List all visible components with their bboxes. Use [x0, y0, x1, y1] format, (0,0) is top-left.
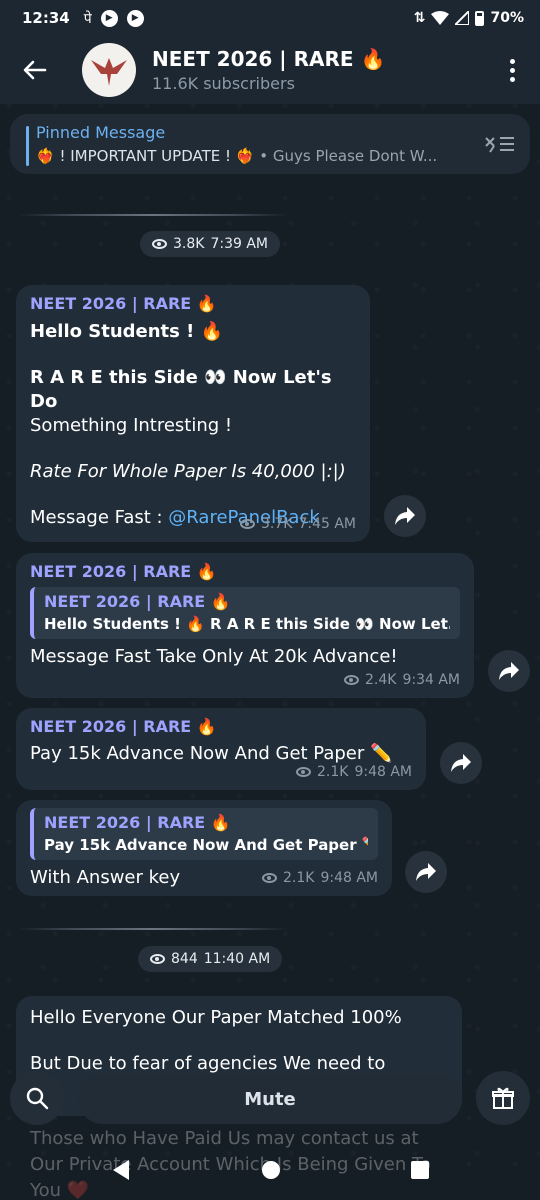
post-time: 7:39 AM — [210, 236, 268, 252]
message-sender: NEET 2026 | RARE 🔥 — [30, 717, 217, 736]
phoenix-logo-icon — [91, 58, 127, 86]
post-views-chip: 3.8K 7:39 AM — [140, 231, 280, 257]
battery-level: 70% — [490, 10, 524, 26]
menu-kebab-icon[interactable] — [484, 58, 540, 82]
message-line: Something Intresting ! — [30, 415, 233, 436]
gift-button[interactable] — [476, 1071, 530, 1125]
mute-button[interactable]: Mute — [78, 1074, 462, 1124]
back-button[interactable] — [0, 36, 70, 104]
clock: 12:34 — [22, 9, 70, 27]
pinned-preview: ❤️‍🔥 ! IMPORTANT UPDATE ! ❤️‍🔥 • Guys Pl… — [36, 147, 486, 165]
forward-button[interactable] — [488, 650, 530, 692]
message-sender: NEET 2026 | RARE 🔥 — [30, 562, 217, 581]
data-icon: ⇅ — [413, 10, 426, 26]
chat-header: NEET 2026 | RARE 🔥 11.6K subscribers — [0, 36, 540, 104]
share-arrow-icon — [416, 863, 436, 881]
pinned-list-icon[interactable] — [484, 134, 516, 154]
pinned-indicator — [26, 126, 29, 166]
quote-sender: NEET 2026 | RARE 🔥 — [44, 813, 231, 832]
quote-text: Pay 15k Advance Now And Get Paper ✏️ — [44, 836, 368, 854]
wifi-icon — [431, 11, 450, 25]
nav-back-icon[interactable] — [111, 1159, 131, 1181]
reply-quote[interactable]: NEET 2026 | RARE 🔥 Hello Students ! 🔥 R … — [30, 587, 460, 639]
message-line: Hello Everyone Our Paper Matched 100% — [30, 1007, 402, 1028]
message-meta: 2.1K 9:48 AM — [262, 866, 378, 890]
reply-quote[interactable]: NEET 2026 | RARE 🔥 Pay 15k Advance Now A… — [30, 808, 378, 860]
views-count: 3.8K — [173, 236, 205, 252]
nav-home-icon[interactable] — [261, 1160, 281, 1180]
views-icon — [344, 675, 359, 685]
post-views-chip: 844 11:40 AM — [138, 946, 283, 972]
message-line: But Due to fear of agencies We need to — [30, 1053, 386, 1074]
play-icon: ▶ — [100, 9, 118, 27]
signal-icon — [455, 11, 470, 25]
share-arrow-icon — [499, 662, 519, 680]
channel-title: NEET 2026 | RARE 🔥 — [152, 47, 386, 71]
forward-button[interactable] — [440, 742, 482, 784]
subscriber-count: 11.6K subscribers — [152, 74, 295, 93]
pinned-text-main: ❤️‍🔥 ! IMPORTANT UPDATE ! ❤️‍🔥 — [36, 147, 255, 165]
forward-button[interactable] — [384, 495, 426, 537]
channel-avatar[interactable] — [82, 43, 136, 97]
message-meta: 3.7K 7:45 AM — [240, 512, 356, 536]
views-icon — [262, 873, 277, 883]
quote-sender: NEET 2026 | RARE 🔥 — [44, 592, 231, 611]
pinned-message-bar[interactable]: Pinned Message ❤️‍🔥 ! IMPORTANT UPDATE !… — [10, 114, 530, 174]
gift-icon — [492, 1087, 514, 1109]
status-bar: 12:34 पे ▶ ▶ ⇅ 70% — [0, 0, 540, 36]
pinned-text-tail: • Guys Please Dont W... — [259, 147, 438, 165]
quote-text: Hello Students ! 🔥 R A R E this Side 👀 N… — [44, 615, 450, 633]
channel-info[interactable]: NEET 2026 | RARE 🔥 11.6K subscribers — [152, 47, 385, 93]
message-bubble[interactable]: NEET 2026 | RARE 🔥 Hello Students ! 🔥 R … — [16, 285, 370, 542]
message-line: Hello Students ! 🔥 — [30, 321, 224, 342]
message-bubble[interactable]: NEET 2026 | RARE 🔥 Pay 15k Advance Now A… — [16, 800, 392, 896]
search-icon — [26, 1087, 49, 1110]
post-time: 11:40 AM — [203, 951, 271, 967]
message-bubble[interactable]: NEET 2026 | RARE 🔥 NEET 2026 | RARE 🔥 He… — [16, 553, 474, 698]
views-count: 844 — [171, 951, 198, 967]
share-arrow-icon — [395, 507, 415, 525]
pinned-title: Pinned Message — [36, 123, 166, 142]
pay-app-icon: पे — [83, 10, 92, 27]
system-nav-bar — [0, 1140, 540, 1200]
message-sender: NEET 2026 | RARE 🔥 — [30, 294, 217, 313]
search-button[interactable] — [10, 1071, 64, 1125]
message-meta: 2.4K 9:34 AM — [344, 668, 460, 692]
views-icon — [296, 767, 311, 777]
message-line: R A R E this Side 👀 Now Let's Do — [30, 367, 332, 412]
image-divider — [18, 214, 288, 216]
message-meta: 2.1K 9:48 AM — [296, 760, 412, 784]
forward-button[interactable] — [405, 851, 447, 893]
share-arrow-icon — [451, 754, 471, 772]
back-arrow-icon — [23, 60, 47, 80]
battery-icon — [475, 10, 485, 26]
message-text: Message Fast Take Only At 20k Advance! — [30, 646, 398, 667]
views-icon — [240, 519, 255, 529]
message-line: Rate For Whole Paper Is 40,000 |:|) — [30, 461, 346, 482]
views-icon — [152, 239, 167, 249]
play-icon: ▶ — [126, 9, 144, 27]
image-divider — [18, 928, 288, 930]
nav-recents-icon[interactable] — [411, 1161, 429, 1179]
views-icon — [150, 954, 165, 964]
message-bubble[interactable]: NEET 2026 | RARE 🔥 Pay 15k Advance Now A… — [16, 708, 426, 790]
